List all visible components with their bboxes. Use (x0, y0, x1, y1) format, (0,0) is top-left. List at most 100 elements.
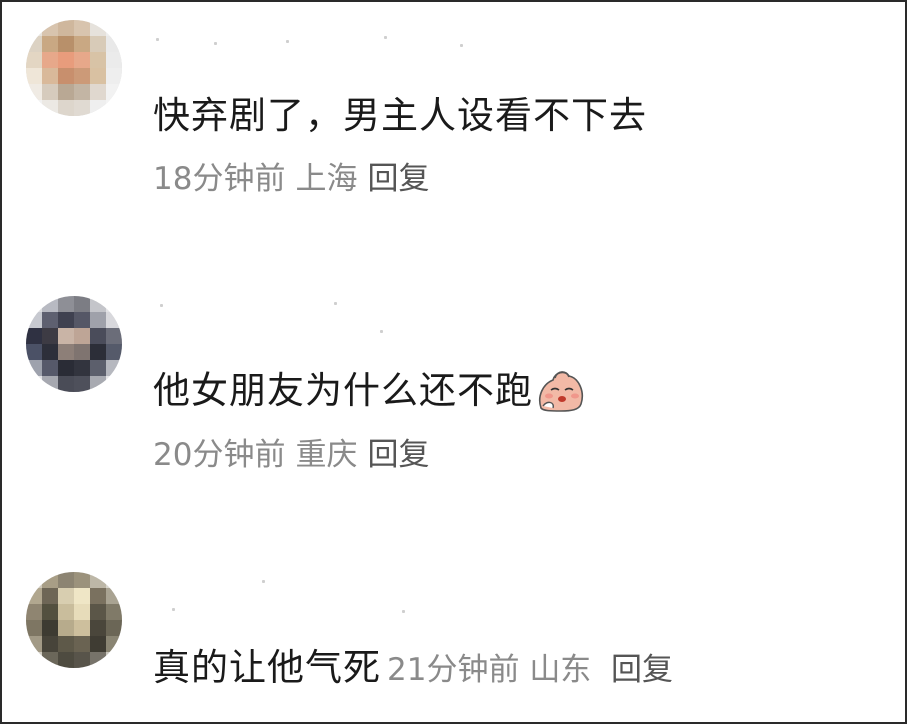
avatar-pixel (106, 100, 122, 116)
avatar-pixel (106, 344, 122, 360)
avatar-pixel (106, 652, 122, 668)
avatar-pixel (42, 344, 58, 360)
username-blurred[interactable] (154, 300, 474, 333)
avatar-pixel (106, 328, 122, 344)
avatar-pixel (26, 344, 42, 360)
avatar-pixel (90, 296, 106, 312)
avatar-pixel (26, 652, 42, 668)
avatar-pixel (106, 620, 122, 636)
avatar[interactable] (26, 20, 122, 116)
avatar-pixel (58, 296, 74, 312)
avatar-pixel (90, 604, 106, 620)
avatar-pixel (74, 588, 90, 604)
avatar-pixel (42, 588, 58, 604)
avatar-pixel (42, 636, 58, 652)
avatar-pixel (90, 376, 106, 392)
avatar-pixel (90, 344, 106, 360)
avatar-pixel (106, 312, 122, 328)
avatar-pixel (42, 52, 58, 68)
reply-button[interactable]: 回复 (611, 652, 673, 688)
avatar-pixel (90, 20, 106, 36)
avatar-pixel (106, 376, 122, 392)
avatar-pixel (26, 572, 42, 588)
avatar-pixel (90, 100, 106, 116)
avatar-pixel (26, 84, 42, 100)
avatar-pixel (58, 36, 74, 52)
username-blurred[interactable] (154, 28, 474, 50)
avatar-pixelated-image (26, 296, 122, 392)
avatar-pixel (90, 572, 106, 588)
avatar-pixel (106, 296, 122, 312)
avatar-pixel (90, 636, 106, 652)
avatar-pixel (90, 68, 106, 84)
avatar-pixel (42, 376, 58, 392)
avatar-pixel (90, 360, 106, 376)
avatar-pixel (74, 20, 90, 36)
avatar-pixel (74, 572, 90, 588)
avatar-pixelated-image (26, 572, 122, 668)
comment-meta: 21分钟前 山东 回复 (387, 652, 673, 688)
avatar-pixel (58, 344, 74, 360)
avatar-pixelated-image (26, 20, 122, 116)
avatar-pixel (26, 296, 42, 312)
avatar-pixel (58, 100, 74, 116)
avatar-pixel (58, 312, 74, 328)
avatar-pixel (74, 620, 90, 636)
avatar-pixel (58, 84, 74, 100)
comment-text: 快弃剧了，男主人设看不下去 (153, 94, 647, 137)
avatar-pixel (42, 652, 58, 668)
avatar-pixel (74, 604, 90, 620)
comment-text: 真的让他气死 21分钟前 山东 回复 (153, 646, 673, 692)
avatar-pixel (106, 636, 122, 652)
avatar-pixel (26, 376, 42, 392)
username-blurred[interactable] (154, 578, 474, 613)
avatar-pixel (106, 360, 122, 376)
avatar-pixel (42, 20, 58, 36)
avatar-pixel (58, 604, 74, 620)
avatar-pixel (58, 572, 74, 588)
avatar-pixel (26, 20, 42, 36)
avatar-pixel (106, 572, 122, 588)
comment-meta: 18分钟前 上海 回复 (153, 160, 439, 198)
avatar-pixel (58, 588, 74, 604)
avatar-pixel (106, 52, 122, 68)
avatar-pixel (90, 52, 106, 68)
avatar-pixel (42, 68, 58, 84)
avatar-pixel (74, 376, 90, 392)
reply-button[interactable]: 回复 (367, 161, 429, 197)
avatar-pixel (26, 328, 42, 344)
avatar-pixel (90, 652, 106, 668)
avatar-pixel (26, 100, 42, 116)
avatar-pixel (106, 84, 122, 100)
avatar-pixel (42, 36, 58, 52)
avatar-pixel (42, 620, 58, 636)
avatar-pixel (26, 52, 42, 68)
comment-location: 上海 (295, 161, 358, 197)
avatar-pixel (42, 84, 58, 100)
comment-location: 山东 (529, 652, 592, 688)
avatar-pixel (58, 52, 74, 68)
avatar-pixel (58, 620, 74, 636)
avatar-pixel (26, 588, 42, 604)
avatar-pixel (26, 636, 42, 652)
avatar[interactable] (26, 572, 122, 668)
avatar-pixel (74, 328, 90, 344)
avatar-pixel (58, 328, 74, 344)
avatar-pixel (106, 20, 122, 36)
avatar-pixel (106, 36, 122, 52)
avatar-pixel (90, 84, 106, 100)
avatar-pixel (90, 328, 106, 344)
avatar-pixel (90, 588, 106, 604)
comment-text-content: 他女朋友为什么还不跑 (153, 369, 533, 412)
avatar-pixel (74, 652, 90, 668)
avatar-pixel (42, 312, 58, 328)
avatar-pixel (26, 604, 42, 620)
avatar-pixel (74, 360, 90, 376)
avatar-pixel (58, 376, 74, 392)
avatar-pixel (58, 20, 74, 36)
reply-button[interactable]: 回复 (367, 437, 429, 473)
comment-meta: 20分钟前 重庆 回复 (153, 436, 439, 474)
avatar[interactable] (26, 296, 122, 392)
avatar-pixel (74, 312, 90, 328)
avatar-pixel (26, 36, 42, 52)
